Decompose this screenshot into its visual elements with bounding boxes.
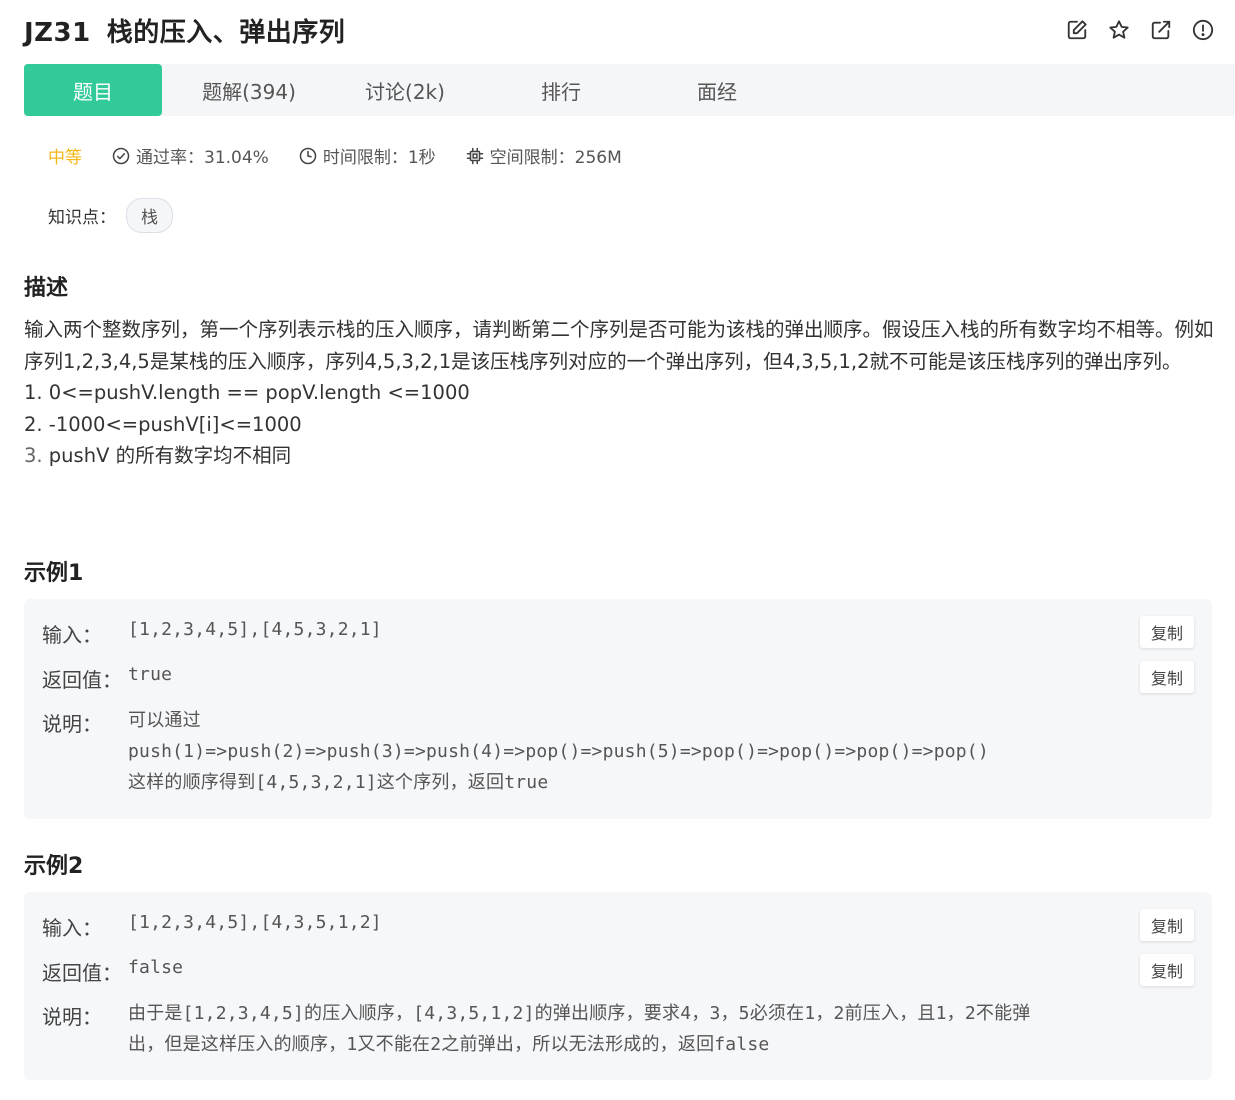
knowledge-points: 知识点： 栈 — [48, 198, 173, 233]
edit-icon[interactable] — [1065, 18, 1089, 42]
explain-line: push(1)=>push(2)=>push(3)=>push(4)=>pop(… — [128, 741, 989, 762]
explain-line: 可以通过 — [128, 710, 201, 731]
copy-input-button[interactable]: 复制 — [1140, 616, 1194, 648]
knowledge-label: 知识点： — [48, 208, 116, 228]
difficulty-badge: 中等 — [48, 148, 82, 168]
example-2-explain-row: 说明： 由于是[1,2,3,4,5]的压入顺序，[4,3,5,1,2]的弹出顺序… — [42, 998, 1030, 1060]
return-value: true — [128, 664, 173, 685]
example-1-return-row: 返回值： true — [42, 664, 172, 693]
input-label: 输入： — [42, 916, 102, 940]
star-icon[interactable] — [1107, 18, 1131, 42]
pass-rate-text: 通过率：31.04% — [136, 148, 269, 168]
description-title: 描述 — [24, 276, 69, 301]
explain-label: 说明： — [42, 1005, 102, 1029]
input-value: [1,2,3,4,5],[4,3,5,1,2] — [128, 912, 382, 933]
description-body: 输入两个整数序列，第一个序列表示栈的压入顺序，请判断第二个序列是否可能为该栈的弹… — [24, 314, 1214, 472]
example-1-panel: 输入： [1,2,3,4,5],[4,5,3,2,1] 复制 返回值： true… — [24, 599, 1212, 819]
time-limit-text: 时间限制：1秒 — [322, 148, 436, 168]
example-1-input-row: 输入： [1,2,3,4,5],[4,5,3,2,1] — [42, 619, 382, 648]
constraint-2: 2. -1000<=pushV[i]<=1000 — [24, 412, 302, 436]
return-value: false — [128, 957, 184, 978]
tab-problem[interactable]: 题目 — [24, 64, 162, 116]
description-paragraph: 输入两个整数序列，第一个序列表示栈的压入顺序，请判断第二个序列是否可能为该栈的弹… — [24, 318, 1214, 373]
example-2-title: 示例2 — [24, 854, 84, 879]
tab-ranking[interactable]: 排行 — [492, 64, 630, 116]
copy-input-button[interactable]: 复制 — [1140, 909, 1194, 941]
input-value: [1,2,3,4,5],[4,5,3,2,1] — [128, 619, 382, 640]
header-actions — [1065, 18, 1215, 42]
page-header: JZ31 栈的压入、弹出序列 — [0, 0, 1235, 64]
constraint-3-text: pushV 的所有数字均不相同 — [42, 444, 292, 467]
time-limit: 时间限制：1秒 — [299, 143, 436, 168]
constraint-3: 3. pushV 的所有数字均不相同 — [24, 440, 1214, 472]
explain-line: 出，但是这样压入的顺序，1又不能在2之前弹出，所以无法形成的，返回false — [128, 1034, 770, 1055]
explain-value: 由于是[1,2,3,4,5]的压入顺序，[4,3,5,1,2]的弹出顺序，要求4… — [128, 998, 1030, 1060]
share-icon[interactable] — [1149, 18, 1173, 42]
example-2-input-row: 输入： [1,2,3,4,5],[4,3,5,1,2] — [42, 912, 382, 941]
knowledge-tag[interactable]: 栈 — [126, 198, 173, 233]
problem-name: 栈的压入、弹出序列 — [106, 18, 346, 48]
return-label: 返回值： — [42, 668, 122, 692]
example-1-title: 示例1 — [24, 561, 84, 586]
input-label: 输入： — [42, 623, 102, 647]
problem-title: JZ31 栈的压入、弹出序列 — [24, 12, 345, 49]
explain-value: 可以通过 push(1)=>push(2)=>push(3)=>push(4)=… — [128, 705, 989, 798]
problem-meta: 中等 通过率：31.04% 时间限制：1秒 空间限制：256M — [48, 143, 652, 168]
tab-bar: 题目 题解(394) 讨论(2k) 排行 面经 — [24, 64, 1235, 116]
explain-line: 这样的顺序得到[4,5,3,2,1]这个序列，返回true — [128, 772, 549, 793]
explain-label: 说明： — [42, 712, 102, 736]
copy-return-button[interactable]: 复制 — [1140, 954, 1194, 986]
tab-interview[interactable]: 面经 — [648, 64, 786, 116]
tab-solutions[interactable]: 题解(394) — [180, 64, 318, 116]
space-limit: 空间限制：256M — [466, 143, 622, 168]
example-1-explain-row: 说明： 可以通过 push(1)=>push(2)=>push(3)=>push… — [42, 705, 989, 798]
explain-line: 由于是[1,2,3,4,5]的压入顺序，[4,3,5,1,2]的弹出顺序，要求4… — [128, 1003, 1031, 1024]
check-circle-icon — [112, 147, 130, 164]
constraint-1: 1. 0<=pushV.length == popV.length <=1000 — [24, 381, 470, 404]
copy-return-button[interactable]: 复制 — [1140, 661, 1194, 693]
pass-rate: 通过率：31.04% — [112, 143, 269, 168]
example-2-panel: 输入： [1,2,3,4,5],[4,3,5,1,2] 复制 返回值： fals… — [24, 892, 1212, 1080]
chip-icon — [466, 147, 483, 164]
problem-code: JZ31 — [24, 18, 91, 48]
space-limit-text: 空间限制：256M — [489, 148, 622, 168]
clock-icon — [299, 147, 317, 164]
constraint-3-number: 3. — [24, 444, 43, 467]
info-icon[interactable] — [1191, 18, 1215, 42]
tab-discussion[interactable]: 讨论(2k) — [336, 64, 474, 116]
example-2-return-row: 返回值： false — [42, 957, 183, 986]
return-label: 返回值： — [42, 961, 122, 985]
